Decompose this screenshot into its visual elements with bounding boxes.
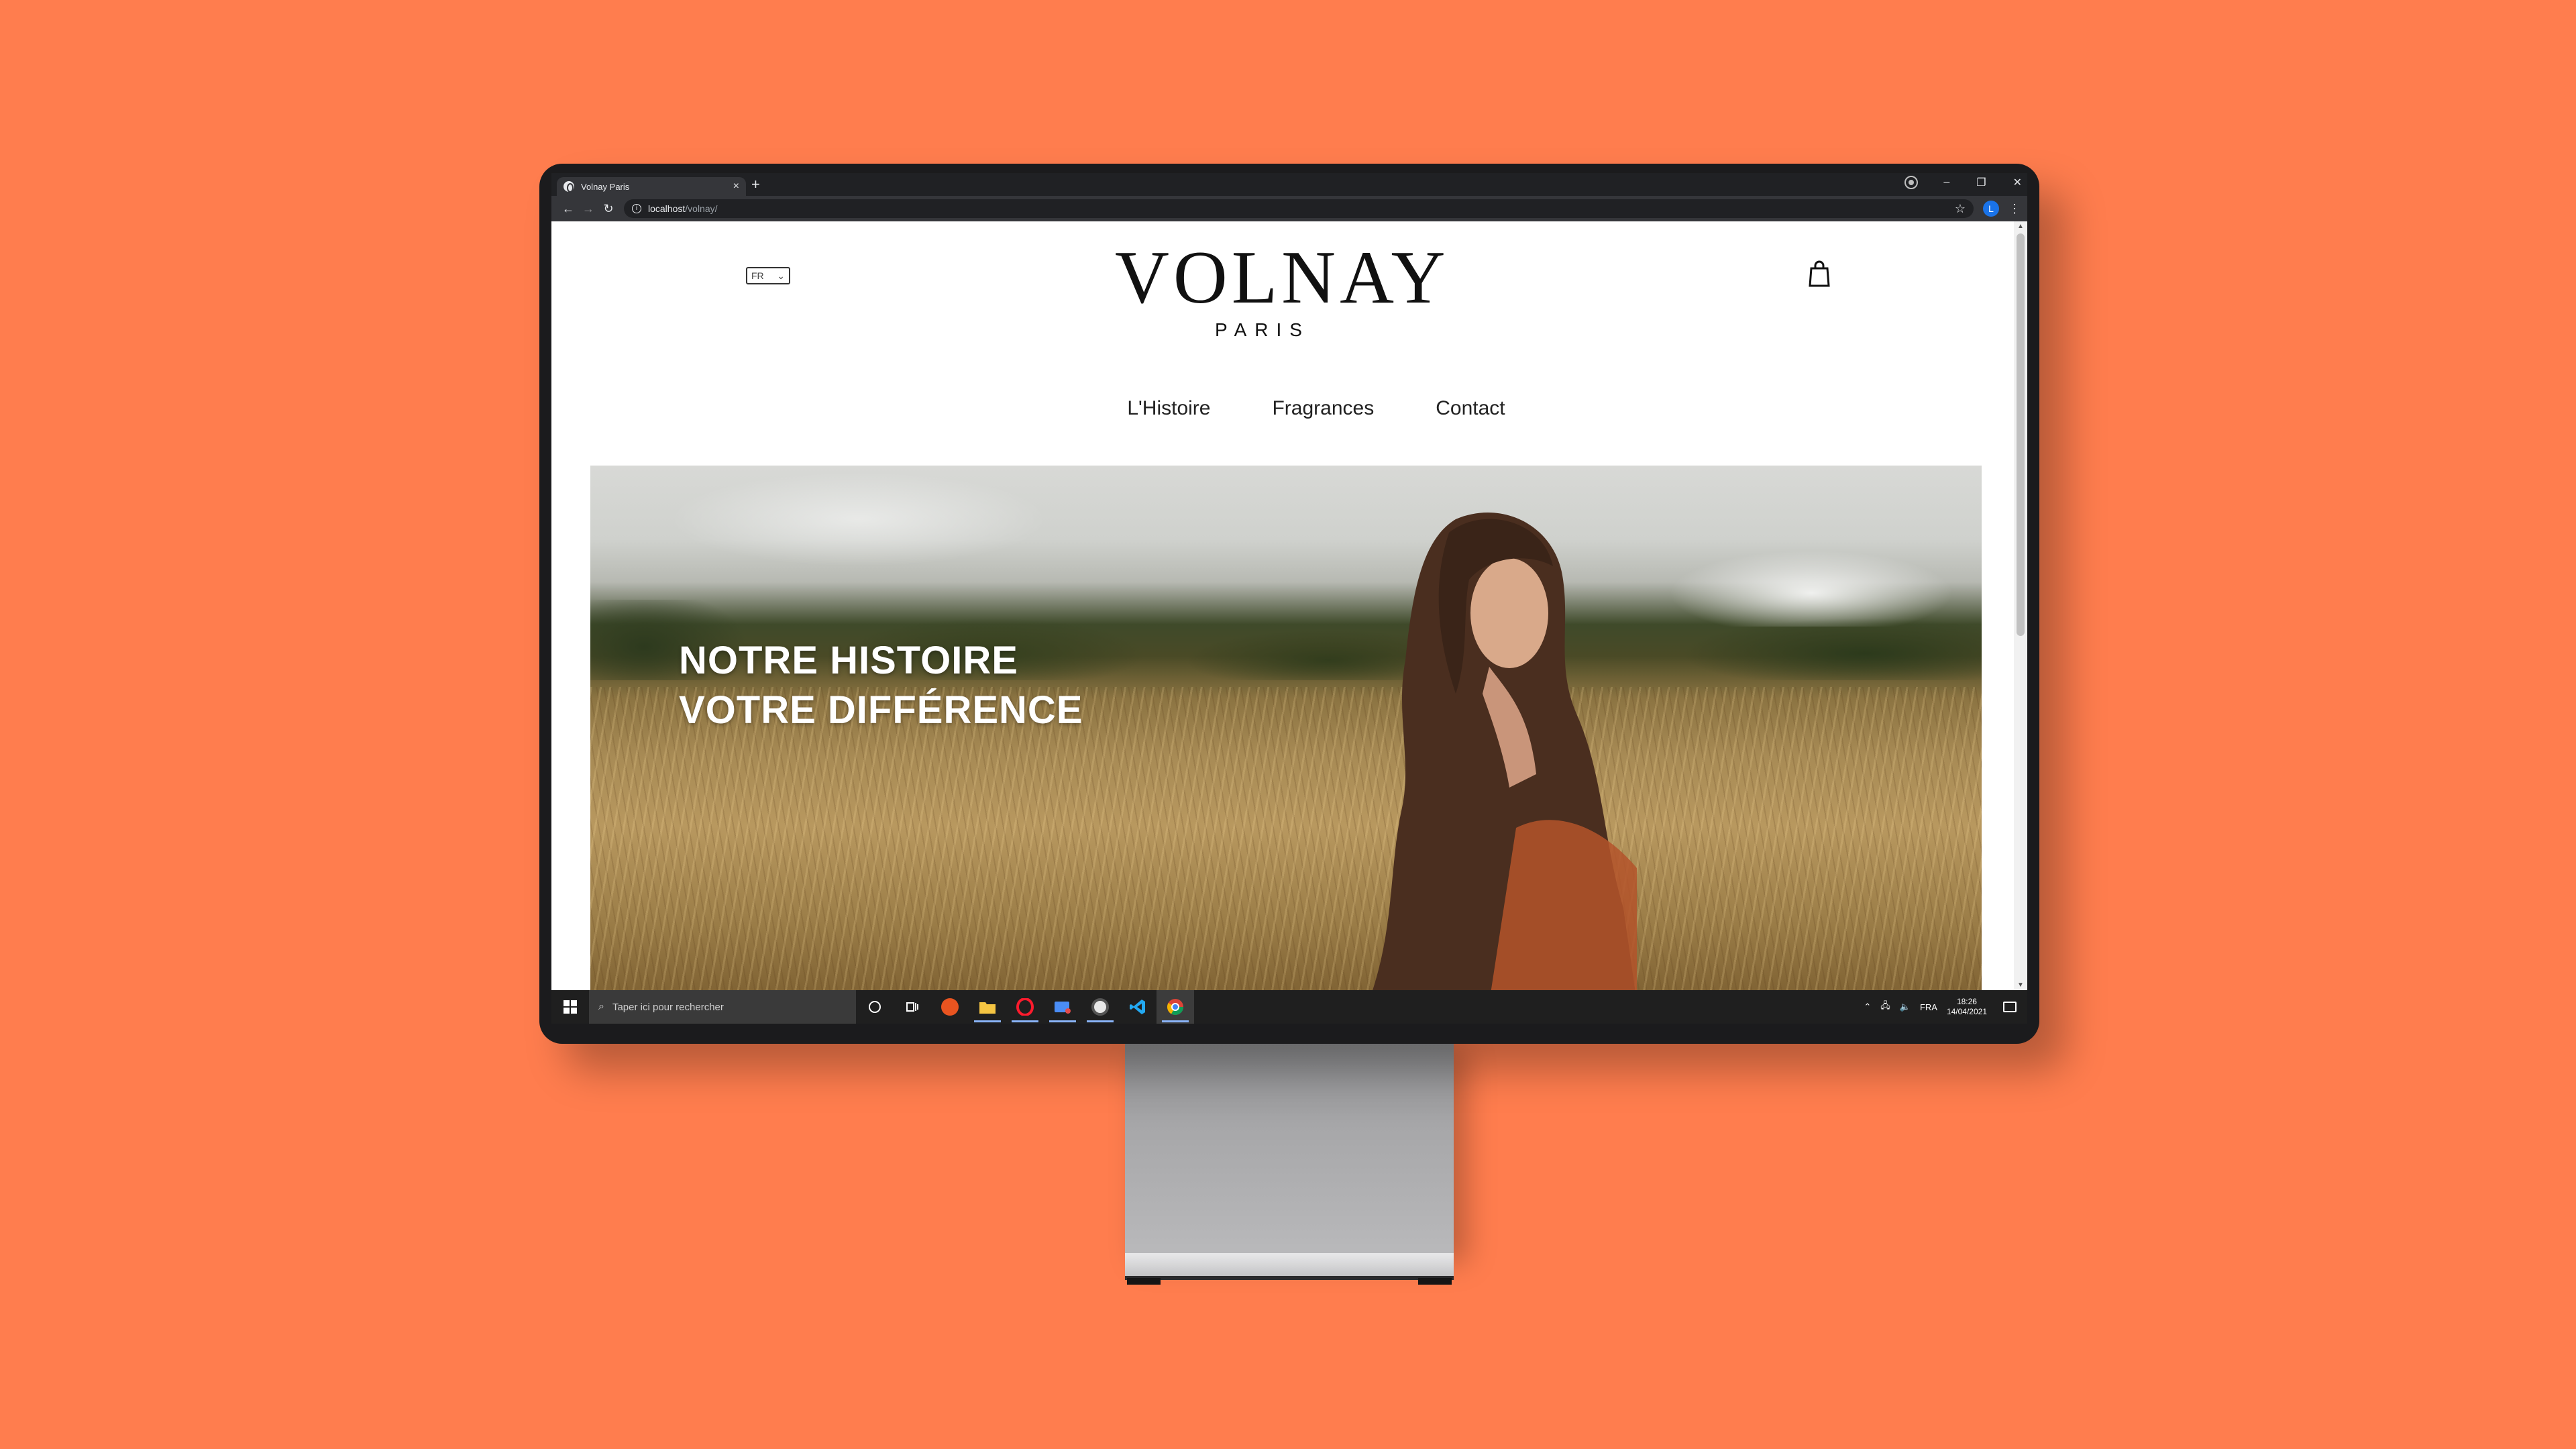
nav-link-contact[interactable]: Contact: [1436, 397, 1505, 420]
tab-title: Volnay Paris: [581, 181, 630, 192]
minimize-button[interactable]: –: [1943, 176, 1949, 189]
monitor: Volnay Paris × + – ❐ ✕ ← → ↻ i localhost…: [539, 164, 2039, 1044]
browser-tab[interactable]: Volnay Paris ×: [557, 177, 746, 196]
site-info-icon[interactable]: i: [632, 204, 641, 213]
clock-date: 14/04/2021: [1946, 1007, 1987, 1016]
hero-heading: NOTRE HISTOIRE VOTRE DIFFÉRENCE: [679, 636, 1083, 735]
hero-line-1: NOTRE HISTOIRE: [679, 639, 1018, 682]
main-nav: L'Histoire Fragrances Contact: [551, 397, 2014, 420]
close-window-button[interactable]: ✕: [2013, 176, 2022, 189]
forward-arrow-icon[interactable]: →: [578, 202, 598, 216]
task-view-icon[interactable]: [894, 990, 931, 1024]
action-center-icon[interactable]: [2003, 1002, 2017, 1012]
profile-avatar[interactable]: L: [1983, 201, 1999, 217]
brand-logo[interactable]: VOLNAY PARIS: [1115, 236, 1450, 341]
windows-taskbar: ⌕ Taper ici pour rechercher ⌃ 🖧 🔈 FRA 18…: [551, 990, 2027, 1024]
web-page: FR ⌄ VOLNAY PARIS L'Histoire Fragrances …: [551, 221, 2014, 990]
start-button[interactable]: [551, 990, 589, 1024]
input-language[interactable]: FRA: [1920, 1002, 1937, 1012]
windows-logo-icon: [564, 1000, 577, 1014]
tab-close-icon[interactable]: ×: [733, 180, 739, 193]
search-icon: ⌕: [598, 1001, 604, 1012]
scroll-up-icon[interactable]: ▲: [2014, 223, 2027, 230]
back-arrow-icon[interactable]: ←: [558, 202, 578, 216]
language-select[interactable]: FR ⌄: [746, 267, 790, 284]
address-bar[interactable]: i localhost /volnay/ ☆: [624, 199, 1974, 218]
network-icon[interactable]: 🖧: [1880, 1000, 1890, 1014]
monitor-foot-left: [1127, 1278, 1161, 1285]
monitor-stand-base: [1125, 1253, 1454, 1280]
shopping-bag-icon[interactable]: [1806, 259, 1833, 288]
site-favicon-icon: [564, 181, 574, 193]
app-circle-icon[interactable]: [1081, 990, 1119, 1024]
bookmark-star-icon[interactable]: ☆: [1955, 202, 1966, 216]
hero-banner: NOTRE HISTOIRE VOTRE DIFFÉRENCE: [590, 466, 1982, 990]
opera-browser-icon[interactable]: [1006, 990, 1044, 1024]
file-explorer-icon[interactable]: [969, 990, 1006, 1024]
logo-text: VOLNAY: [1115, 236, 1450, 319]
monitor-foot-right: [1418, 1278, 1452, 1285]
browser-menu-icon[interactable]: ⋮: [2008, 202, 2021, 216]
ubuntu-app-icon[interactable]: [931, 990, 969, 1024]
hero-line-2: VOTRE DIFFÉRENCE: [679, 688, 1083, 732]
screen: Volnay Paris × + – ❐ ✕ ← → ↻ i localhost…: [551, 173, 2027, 1024]
vscode-icon[interactable]: [1119, 990, 1157, 1024]
url-path: /volnay/: [685, 203, 718, 214]
window-controls: – ❐ ✕: [1904, 176, 2022, 189]
browser-toolbar: ← → ↻ i localhost /volnay/ ☆ L ⋮: [551, 196, 2027, 221]
clock-time: 18:26: [1956, 997, 1977, 1006]
restore-button[interactable]: ❐: [1976, 176, 1986, 189]
hero-woman-image: [1373, 513, 1637, 990]
tray-chevron-up-icon[interactable]: ⌃: [1864, 1002, 1871, 1012]
taskbar-search-placeholder: Taper ici pour rechercher: [612, 1001, 724, 1013]
scrollbar-thumb[interactable]: [2017, 233, 2025, 636]
monitor-stand: [1125, 1044, 1454, 1256]
volume-icon[interactable]: 🔈: [1900, 1002, 1911, 1012]
new-tab-button[interactable]: +: [751, 177, 760, 192]
extension-icon[interactable]: [1904, 176, 1919, 189]
taskbar-clock[interactable]: 18:26 14/04/2021: [1947, 997, 1987, 1017]
scroll-down-icon[interactable]: ▼: [2014, 981, 2027, 989]
reload-icon[interactable]: ↻: [598, 202, 619, 216]
chevron-down-icon: ⌄: [777, 270, 785, 281]
chrome-icon[interactable]: [1157, 990, 1194, 1024]
page-scrollbar[interactable]: ▲ ▼: [2014, 221, 2027, 990]
browser-tabbar: Volnay Paris × + – ❐ ✕: [551, 173, 2027, 196]
cortana-icon[interactable]: [856, 990, 894, 1024]
mail-app-icon[interactable]: [1044, 990, 1081, 1024]
language-select-value: FR: [751, 270, 764, 281]
nav-link-fragrances[interactable]: Fragrances: [1272, 397, 1374, 420]
nav-link-histoire[interactable]: L'Histoire: [1127, 397, 1210, 420]
system-tray: ⌃ 🖧 🔈 FRA 18:26 14/04/2021: [1864, 997, 2027, 1017]
logo-subtitle: PARIS: [1215, 319, 1310, 340]
url-host: localhost: [648, 203, 686, 214]
taskbar-search[interactable]: ⌕ Taper ici pour rechercher: [589, 990, 856, 1024]
